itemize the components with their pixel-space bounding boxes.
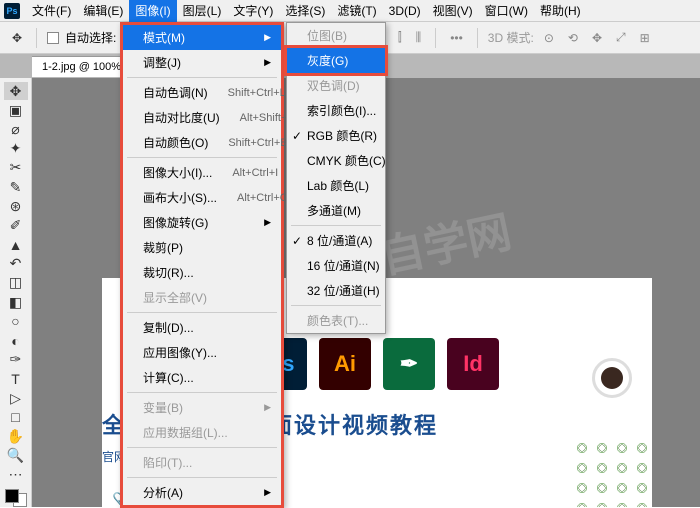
menu-item: 颜色表(T)... xyxy=(287,308,385,333)
crop-tool[interactable]: ✂ xyxy=(4,159,28,177)
dodge-tool[interactable]: ◐ xyxy=(4,331,28,349)
eraser-tool[interactable]: ◫ xyxy=(4,274,28,292)
stamp-tool[interactable]: ▲ xyxy=(4,236,28,254)
menu-item: 显示全部(V) xyxy=(123,285,281,310)
3d-icon[interactable]: ⊞ xyxy=(636,29,654,47)
menu-filter[interactable]: 滤镜(T) xyxy=(331,0,382,22)
3d-icon[interactable]: ⤢ xyxy=(612,28,630,47)
menu-item[interactable]: 灰度(G) xyxy=(287,48,385,73)
menu-item[interactable]: 自动色调(N)Shift+Ctrl+L xyxy=(123,80,281,105)
tools-panel: ✥ ▣ ⌀ ✦ ✂ ✎ ⊛ ✐ ▲ ↶ ◫ ◧ ○ ◐ ✑ T ▷ □ ✋ 🔍 … xyxy=(0,78,32,507)
menu-item[interactable]: 自动对比度(U)Alt+Shift+Ctrl+L xyxy=(123,105,281,130)
pen-icon: ✒ xyxy=(383,338,435,390)
eyedropper-tool[interactable]: ✎ xyxy=(4,178,28,196)
color-swatch[interactable] xyxy=(5,489,27,507)
menu-layer[interactable]: 图层(L) xyxy=(177,0,228,22)
menu-item[interactable]: 裁剪(P) xyxy=(123,235,281,260)
menu-help[interactable]: 帮助(H) xyxy=(534,0,587,22)
menu-3d[interactable]: 3D(D) xyxy=(383,1,427,21)
menu-item[interactable]: 计算(C)... xyxy=(123,365,281,390)
menu-item[interactable]: 自动颜色(O)Shift+Ctrl+B xyxy=(123,130,281,155)
wand-tool[interactable]: ✦ xyxy=(4,140,28,158)
brush-tool[interactable]: ✐ xyxy=(4,216,28,234)
menu-item[interactable]: RGB 颜色(R)✓ xyxy=(287,123,385,148)
menu-item[interactable]: 8 位/通道(A)✓ xyxy=(287,228,385,253)
3d-icon[interactable]: ⟲ xyxy=(564,29,582,47)
menu-item[interactable]: 32 位/通道(H) xyxy=(287,278,385,303)
blur-tool[interactable]: ○ xyxy=(4,312,28,330)
menu-item[interactable]: Lab 颜色(L) xyxy=(287,173,385,198)
distribute-icon[interactable]: ⫼ xyxy=(412,28,426,47)
menu-item[interactable]: 多通道(M) xyxy=(287,198,385,223)
menu-view[interactable]: 视图(V) xyxy=(427,0,479,22)
coffee-cup xyxy=(592,358,632,398)
menu-image[interactable]: 图像(I) xyxy=(129,0,176,22)
menu-item: 应用数据组(L)... xyxy=(123,420,281,445)
shape-tool[interactable]: □ xyxy=(4,408,28,426)
ai-icon: Ai xyxy=(319,338,371,390)
menu-item[interactable]: CMYK 颜色(C) xyxy=(287,148,385,173)
menu-item[interactable]: 分析(A)▶ xyxy=(123,480,281,505)
menu-item[interactable]: 图像大小(I)...Alt+Ctrl+I xyxy=(123,160,281,185)
app-icon: Ps xyxy=(4,3,20,19)
heal-tool[interactable]: ⊛ xyxy=(4,197,28,215)
more-icon[interactable]: ••• xyxy=(446,29,467,47)
menu-item: 陷印(T)... xyxy=(123,450,281,475)
menu-item[interactable]: 16 位/通道(N) xyxy=(287,253,385,278)
id-icon: Id xyxy=(447,338,499,390)
menu-item[interactable]: 图像旋转(G)▶ xyxy=(123,210,281,235)
3d-icon[interactable]: ✥ xyxy=(588,29,606,47)
menu-item[interactable]: 画布大小(S)...Alt+Ctrl+C xyxy=(123,185,281,210)
image-menu-dropdown: 模式(M)▶调整(J)▶ 自动色调(N)Shift+Ctrl+L自动对比度(U)A… xyxy=(120,22,284,508)
type-tool[interactable]: T xyxy=(4,370,28,388)
menu-edit[interactable]: 编辑(E) xyxy=(77,0,129,22)
menu-item: 双色调(D) xyxy=(287,73,385,98)
menu-item[interactable]: 索引颜色(I)... xyxy=(287,98,385,123)
menu-item[interactable]: 模式(M)▶ xyxy=(123,25,281,50)
history-brush-tool[interactable]: ↶ xyxy=(4,255,28,273)
mode-submenu-dropdown: 位图(B)灰度(G)双色调(D)索引颜色(I)...RGB 颜色(R)✓CMYK… xyxy=(286,22,386,334)
move-tool-icon: ✥ xyxy=(8,29,26,47)
gradient-tool[interactable]: ◧ xyxy=(4,293,28,311)
auto-select-label: 自动选择: xyxy=(65,29,116,46)
distribute-icon[interactable]: ⫿ xyxy=(394,28,406,47)
menu-item[interactable]: 复制(D)... xyxy=(123,315,281,340)
edit-toolbar[interactable]: ⋯ xyxy=(4,466,28,484)
3d-icon[interactable]: ⊙ xyxy=(540,29,558,47)
pen-tool[interactable]: ✑ xyxy=(4,351,28,369)
zoom-tool[interactable]: 🔍 xyxy=(4,447,28,465)
palm-leaf xyxy=(562,438,652,507)
lasso-tool[interactable]: ⌀ xyxy=(4,120,28,138)
menu-item[interactable]: 应用图像(Y)... xyxy=(123,340,281,365)
menu-select[interactable]: 选择(S) xyxy=(279,0,331,22)
menu-file[interactable]: 文件(F) xyxy=(26,0,77,22)
menu-item[interactable]: 裁切(R)... xyxy=(123,260,281,285)
path-tool[interactable]: ▷ xyxy=(4,389,28,407)
menu-item[interactable]: 调整(J)▶ xyxy=(123,50,281,75)
hand-tool[interactable]: ✋ xyxy=(4,427,28,445)
menu-window[interactable]: 窗口(W) xyxy=(479,0,534,22)
menu-type[interactable]: 文字(Y) xyxy=(227,0,279,22)
auto-select-checkbox[interactable] xyxy=(47,32,59,44)
marquee-tool[interactable]: ▣ xyxy=(4,101,28,119)
menu-item: 变量(B)▶ xyxy=(123,395,281,420)
3d-mode-label: 3D 模式: xyxy=(488,29,534,46)
menubar: Ps 文件(F) 编辑(E) 图像(I) 图层(L) 文字(Y) 选择(S) 滤… xyxy=(0,0,700,22)
move-tool[interactable]: ✥ xyxy=(4,82,28,100)
